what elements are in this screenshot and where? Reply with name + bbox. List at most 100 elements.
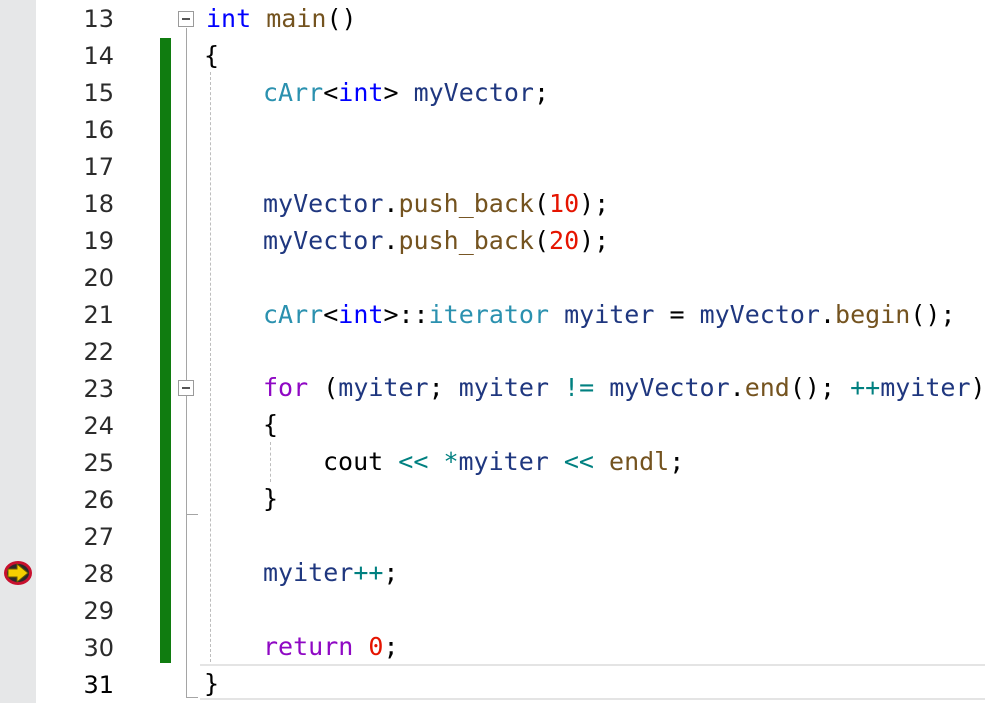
collapse-main-icon[interactable] (178, 11, 194, 27)
punctuation: :: (398, 300, 429, 329)
punctuation: ); (579, 226, 610, 255)
function-name: begin (835, 300, 911, 329)
current-statement-arrow-icon (4, 561, 32, 585)
number-literal: 20 (549, 226, 580, 255)
punctuation: ( (533, 189, 550, 218)
line-number: 14 (83, 42, 114, 70)
indent-guide (210, 72, 211, 662)
variable: myiter (263, 558, 354, 587)
indent-guide (270, 442, 271, 482)
indicator-margin[interactable] (0, 0, 36, 703)
code-line-23[interactable]: for (myiter; myiter != myVector.end(); +… (263, 373, 985, 403)
variable: myiter (458, 373, 549, 402)
operator: ++ (850, 373, 881, 402)
punctuation: . (729, 373, 745, 402)
change-tracking-bar (160, 38, 171, 663)
punctuation: ; (533, 78, 550, 107)
variable: myVector (699, 300, 820, 329)
line-number: 30 (83, 634, 114, 662)
code-line-30[interactable]: return 0; (263, 632, 399, 662)
outline-line-end (186, 697, 198, 698)
code-line-19[interactable]: myVector.push_back(20); (263, 226, 609, 256)
code-line-31[interactable]: } (204, 669, 219, 699)
punctuation: > (383, 300, 399, 329)
outline-line-end (186, 514, 198, 515)
line-number: 25 (83, 449, 114, 477)
punctuation: (); (910, 300, 956, 329)
line-number: 20 (83, 264, 114, 292)
line-number: 18 (83, 190, 114, 218)
line-number: 28 (83, 560, 114, 588)
number-literal: 10 (549, 189, 580, 218)
current-line-highlight (200, 664, 985, 700)
line-number: 26 (83, 486, 114, 514)
code-line-15[interactable]: cArr<int> myVector; (263, 78, 549, 108)
variable: myiter (338, 373, 429, 402)
control-keyword: for (263, 373, 309, 402)
collapse-for-icon[interactable] (178, 380, 194, 396)
variable: myVector (413, 78, 534, 107)
function-name: push_back (398, 226, 534, 255)
type-name: cArr (263, 78, 324, 107)
punctuation: ); (579, 189, 610, 218)
line-number: 22 (83, 338, 114, 366)
variable: myiter (564, 300, 655, 329)
punctuation: ( (533, 226, 550, 255)
code-line-21[interactable]: cArr<int>::iterator myiter = myVector.be… (263, 300, 955, 330)
function-name: end (744, 373, 790, 402)
line-number: 13 (83, 5, 114, 33)
line-number: 15 (83, 79, 114, 107)
variable: myVector (263, 226, 384, 255)
code-line-28[interactable]: myiter++; (263, 558, 398, 588)
line-number: 21 (83, 301, 114, 329)
punctuation: . (383, 226, 399, 255)
punctuation: ; (383, 558, 399, 587)
line-number: 29 (83, 597, 114, 625)
function-name: push_back (398, 189, 534, 218)
code-line-18[interactable]: myVector.push_back(10); (263, 189, 609, 219)
code-line-26[interactable]: } (263, 484, 278, 514)
line-number-current: 31 (83, 671, 114, 699)
keyword: int (206, 4, 252, 33)
operator: << (548, 447, 610, 476)
punctuation: () (326, 4, 357, 33)
punctuation: ( (308, 373, 339, 402)
code-line-13[interactable]: int main() (206, 4, 357, 34)
punctuation: ; (669, 447, 685, 476)
variable: myVector (609, 373, 730, 402)
keyword: int (338, 300, 384, 329)
function-name: endl (609, 447, 670, 476)
punctuation: < (323, 78, 339, 107)
number-literal: 0 (368, 632, 384, 661)
function-name: main (266, 4, 327, 33)
operator: * (443, 447, 459, 476)
variable: myiter (880, 373, 971, 402)
operator: = (654, 300, 700, 329)
operator: << (383, 447, 444, 476)
punctuation: (); (789, 373, 851, 402)
type-name: iterator (428, 300, 550, 329)
line-number: 16 (83, 116, 114, 144)
punctuation: ; (383, 632, 399, 661)
code-line-24[interactable]: { (263, 410, 278, 440)
variable: myVector (263, 189, 384, 218)
code-line-25[interactable]: cout << *myiter << endl; (323, 447, 684, 477)
punctuation: < (323, 300, 339, 329)
outline-line (186, 28, 187, 698)
operator: != (549, 373, 610, 402)
code-line-14[interactable]: { (204, 41, 219, 71)
punctuation: . (383, 189, 399, 218)
punctuation: > (383, 78, 399, 107)
variable: cout (323, 447, 384, 476)
punctuation: ; (428, 373, 459, 402)
line-number: 23 (83, 375, 114, 403)
control-keyword: return (263, 632, 354, 661)
type-name: cArr (263, 300, 324, 329)
line-number: 24 (83, 412, 114, 440)
keyword: int (338, 78, 384, 107)
line-number: 27 (83, 523, 114, 551)
line-number: 17 (83, 153, 114, 181)
punctuation: ) (970, 373, 985, 402)
punctuation: . (819, 300, 836, 329)
